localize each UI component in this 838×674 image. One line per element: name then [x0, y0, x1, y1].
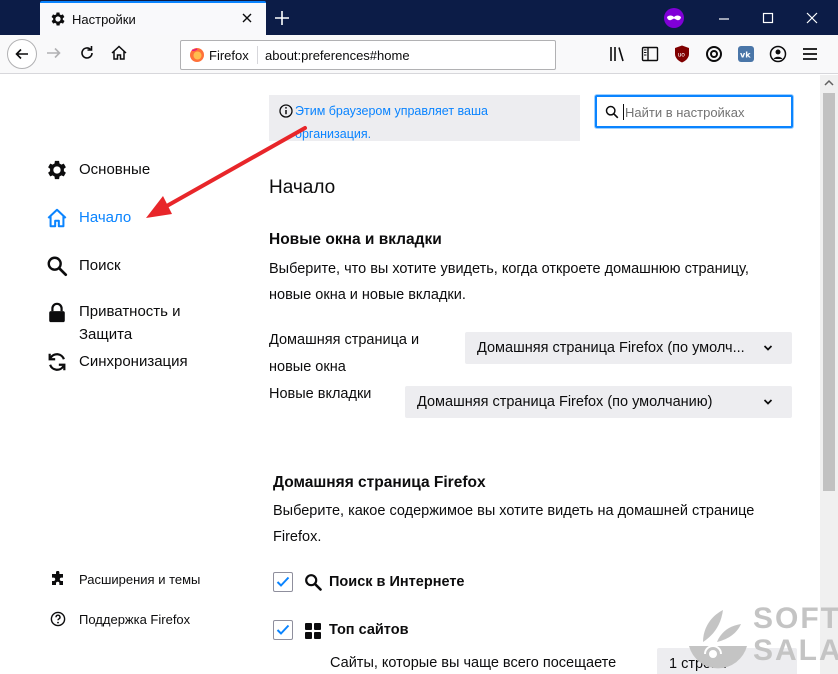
firefox-icon	[190, 48, 204, 62]
help-icon	[50, 611, 66, 627]
sidebar-footer-label: Расширения и темы	[79, 572, 201, 587]
newtabs-select-value: Домашняя страница Firefox (по умолчанию)	[417, 394, 713, 410]
page-title: Начало	[269, 177, 336, 198]
close-window-button[interactable]	[790, 4, 834, 31]
title-bar: Настройки	[0, 0, 838, 35]
homepage-select[interactable]: Домашняя страница Firefox (по умолч...	[465, 332, 792, 364]
grid-icon	[305, 623, 321, 639]
watermark-line1: SOFT	[753, 602, 838, 635]
section-description-line1: Выберите, какое содержимое вы хотите вид…	[273, 503, 755, 519]
sidebar-item-label: Синхронизация	[79, 353, 188, 370]
close-icon	[806, 12, 818, 24]
section-heading-new-windows: Новые окна и вкладки	[269, 231, 442, 248]
home-button[interactable]	[106, 40, 134, 68]
search-icon	[305, 574, 322, 591]
newtabs-label: Новые вкладки	[269, 386, 372, 402]
sidebar-item-label: Поиск	[79, 257, 121, 274]
minimize-button[interactable]	[702, 4, 746, 31]
vk-icon: vk	[738, 46, 754, 62]
scrollbar-thumb[interactable]	[823, 93, 835, 491]
maximize-icon	[762, 12, 774, 24]
sidebar-item-label-line1: Приватность и	[79, 303, 181, 320]
section-description-line2: новые окна и новые вкладки.	[269, 287, 466, 303]
home-icon	[47, 208, 67, 228]
softsalad-watermark: SOFT SALAD	[683, 600, 838, 674]
top-sites-description: Сайты, которые вы чаще всего посещаете	[330, 655, 617, 671]
sidebar-button[interactable]	[636, 40, 664, 68]
maximize-button[interactable]	[746, 4, 790, 31]
sidebar-item-label-line2: Защита	[79, 326, 133, 343]
forward-button[interactable]	[41, 40, 69, 68]
web-search-checkbox[interactable]	[273, 572, 293, 592]
reload-icon	[81, 46, 93, 59]
policy-notice-link[interactable]: Этим браузером управляет ваша организаци…	[295, 100, 565, 146]
info-icon	[279, 104, 293, 118]
vertical-scrollbar[interactable]	[820, 75, 838, 674]
section-description-line1: Выберите, что вы хотите увидеть, когда о…	[269, 261, 749, 277]
puzzle-icon	[52, 571, 63, 585]
back-button[interactable]	[7, 39, 37, 69]
checkmark-icon	[276, 624, 290, 635]
checkmark-icon	[276, 576, 290, 587]
settings-search-input[interactable]: Найти в настройках	[595, 95, 793, 128]
hamburger-icon	[803, 48, 817, 60]
library-icon	[610, 47, 624, 62]
sidebar-footer-label: Поддержка Firefox	[79, 612, 191, 627]
minimize-icon	[719, 18, 729, 20]
policy-notice: Этим браузером управляет ваша организаци…	[269, 95, 580, 141]
url-identity-label: Firefox	[209, 48, 249, 63]
top-sites-label: Топ сайтов	[329, 622, 409, 638]
web-search-label: Поиск в Интернете	[329, 574, 465, 590]
reload-button[interactable]	[74, 40, 102, 68]
section-heading-firefox-home: Домашняя страница Firefox	[273, 474, 486, 491]
homepage-label-line2: новые окна	[269, 359, 346, 375]
vk-button[interactable]: vk	[732, 40, 760, 68]
svg-text:vk: vk	[740, 51, 751, 60]
account-icon	[769, 45, 787, 63]
newtabs-select[interactable]: Домашняя страница Firefox (по умолчанию)	[405, 386, 792, 418]
section-description-line2: Firefox.	[273, 529, 322, 545]
link-icon	[706, 46, 722, 62]
menu-button[interactable]	[796, 40, 824, 68]
homepage-label-line1: Домашняя страница и	[269, 332, 420, 348]
arrow-right-icon	[47, 47, 61, 59]
homepage-select-value: Домашняя страница Firefox (по умолч...	[477, 340, 745, 356]
search-icon	[605, 105, 619, 119]
gear-icon	[48, 160, 66, 180]
account-button[interactable]	[764, 40, 792, 68]
arrow-left-icon	[15, 48, 28, 60]
library-button[interactable]	[604, 40, 632, 68]
tab-settings[interactable]: Настройки	[40, 1, 266, 35]
chevron-down-icon	[763, 345, 773, 351]
lock-icon	[49, 302, 65, 323]
ublock-icon: uo	[675, 45, 689, 63]
sync-icon	[48, 353, 66, 371]
search-icon	[47, 256, 68, 277]
url-separator	[257, 46, 258, 64]
top-sites-checkbox[interactable]	[273, 620, 293, 640]
new-tab-icon[interactable]	[271, 7, 293, 29]
chevron-down-icon	[763, 399, 773, 405]
sidebar-item-label: Основные	[79, 161, 151, 178]
gear-icon	[51, 12, 65, 26]
softsalad-logo-icon	[689, 610, 747, 669]
home-icon	[111, 45, 127, 60]
watermark-line2: SALAD	[753, 634, 838, 667]
search-placeholder: Найти в настройках	[625, 105, 745, 120]
chevron-up-icon[interactable]	[820, 75, 838, 92]
private-mask-icon	[664, 8, 684, 28]
url-text[interactable]: about:preferences#home	[265, 48, 410, 63]
sidebar-item-label: Начало	[79, 209, 132, 226]
tab-title: Настройки	[72, 12, 136, 27]
sidebar-icon	[641, 46, 659, 62]
text-caret	[623, 104, 624, 120]
close-icon[interactable]	[238, 9, 256, 27]
nav-toolbar: Firefox about:preferences#home uo vk	[0, 35, 838, 74]
svg-text:uo: uo	[678, 52, 686, 59]
extension-link-button[interactable]	[700, 40, 728, 68]
ublock-button[interactable]: uo	[668, 40, 696, 68]
url-bar[interactable]: Firefox about:preferences#home	[180, 40, 556, 70]
